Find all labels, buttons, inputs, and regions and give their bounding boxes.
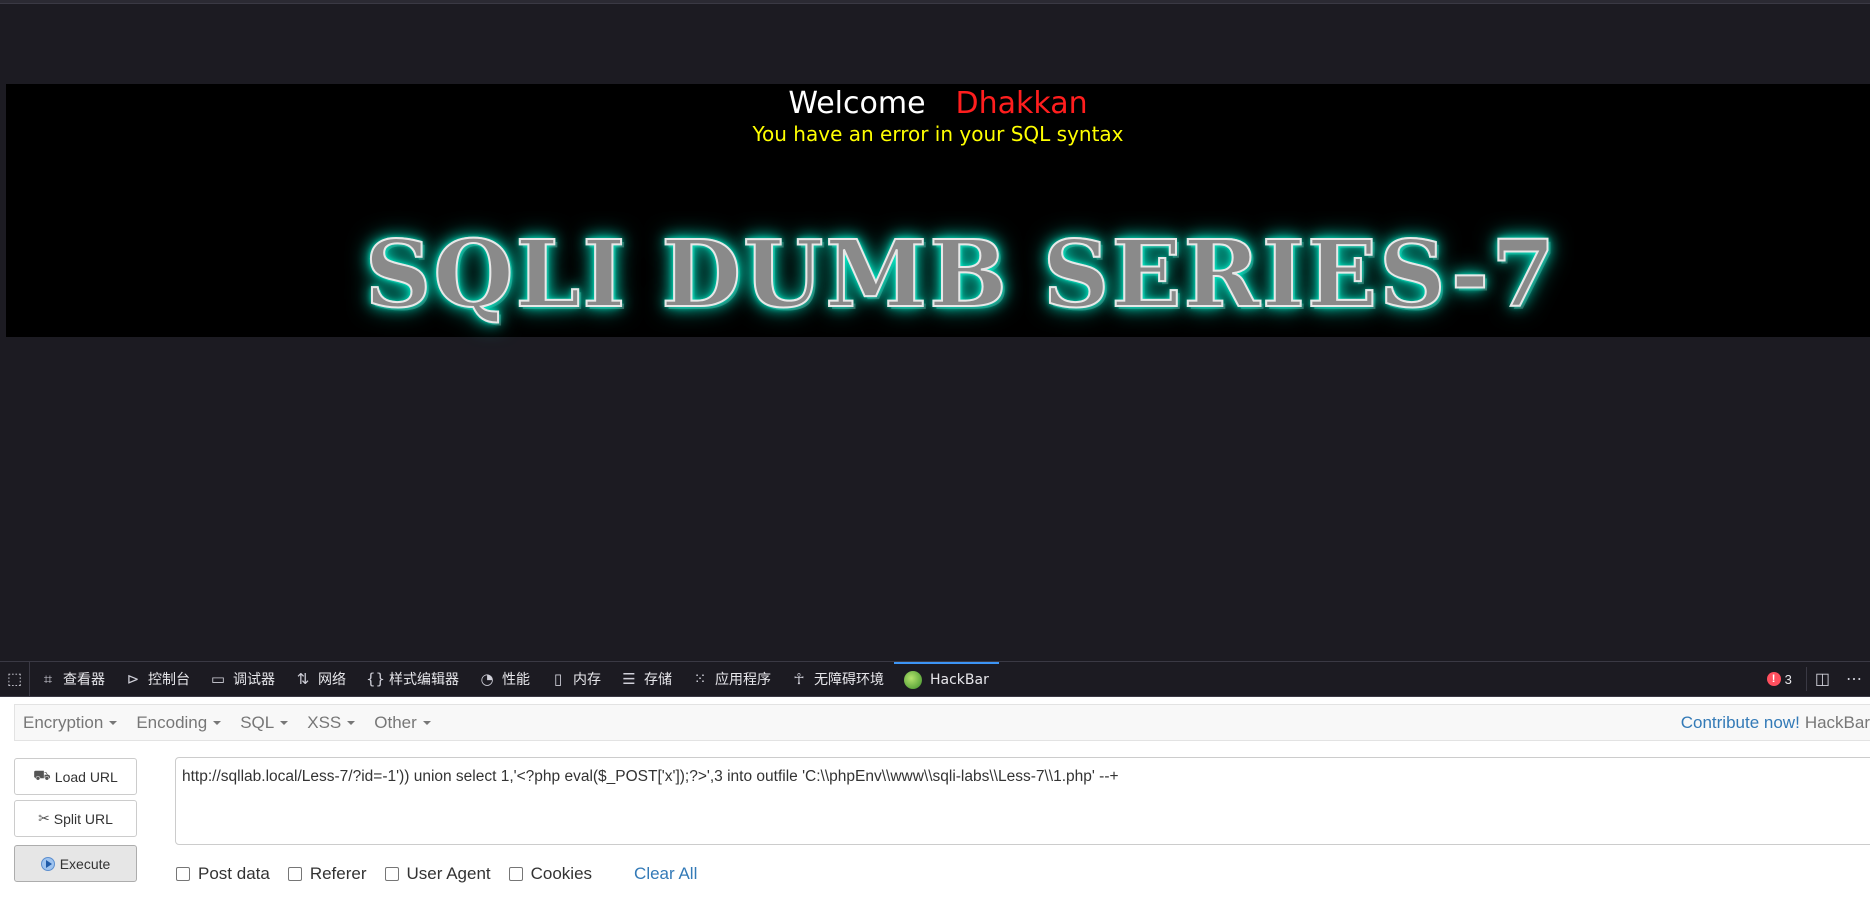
option-cookies[interactable]: Cookies: [508, 864, 593, 884]
sql-error-message: You have an error in your SQL syntax: [752, 122, 1124, 146]
option-label: Post data: [198, 864, 270, 883]
caret-down-icon: [213, 720, 222, 725]
tab-label: 应用程序: [715, 672, 771, 688]
memory-icon: ▯: [553, 670, 563, 688]
performance-icon: ◔: [480, 670, 494, 688]
url-textarea[interactable]: http://sqllab.local/Less-7/?id=-1')) uni…: [175, 757, 1870, 845]
tab-storage[interactable]: ☰ 存储: [611, 662, 682, 696]
option-label: Referer: [309, 864, 367, 883]
welcome-line: Welcome Dhakkan: [6, 84, 1870, 124]
menu-label: Encryption: [23, 712, 104, 732]
devtools-toolbar: ⬚ ⌗ 查看器 ⊳ 控制台 ▭ 调试器 ⇅ 网络 {} 样式编辑器 ◔ 性能 ▯ 内存 ☰ 存储…: [0, 661, 1870, 697]
tab-console[interactable]: ⊳ 控制台: [115, 662, 200, 696]
option-post-data[interactable]: Post data: [176, 864, 270, 884]
tab-label: 样式编辑器: [389, 672, 459, 688]
menu-encoding[interactable]: Encoding: [128, 713, 232, 733]
error-icon: !: [1766, 672, 1781, 686]
split-url-button[interactable]: ✂ Split URL: [14, 800, 137, 837]
tab-application[interactable]: ⁙ 应用程序: [682, 662, 781, 696]
contribute-area: Contribute now! HackBar: [1681, 713, 1870, 733]
series-title-logo: SQLI DUMB SERIES-7: [336, 223, 1586, 325]
accessibility-icon: ☥: [793, 670, 805, 688]
referer-checkbox[interactable]: [287, 867, 302, 881]
error-count: 3: [1784, 671, 1792, 687]
caret-down-icon: [280, 720, 289, 725]
post-data-checkbox[interactable]: [176, 867, 190, 881]
menu-xss[interactable]: XSS: [299, 713, 366, 733]
option-label: User Agent: [406, 864, 491, 883]
console-icon: ⊳: [126, 670, 140, 688]
request-options: Post data Referer User Agent Cookies Cle…: [176, 864, 697, 884]
dock-side-icon[interactable]: ◫: [1807, 669, 1838, 689]
tab-network[interactable]: ⇅ 网络: [285, 662, 356, 696]
user-name: Dhakkan: [955, 86, 1088, 121]
sqli-banner: Welcome Dhakkan You have an error in your…: [6, 84, 1870, 337]
execute-button[interactable]: Execute: [14, 845, 137, 882]
tab-memory[interactable]: ▯ 内存: [540, 662, 611, 696]
option-user-agent[interactable]: User Agent: [384, 864, 491, 884]
cookies-checkbox[interactable]: [508, 867, 523, 881]
option-referer[interactable]: Referer: [287, 864, 367, 884]
welcome-text: Welcome: [788, 86, 926, 121]
menu-encryption[interactable]: Encryption: [15, 713, 128, 733]
tab-label: 性能: [502, 672, 530, 688]
menu-label: SQL: [240, 712, 275, 732]
page-content: Welcome Dhakkan You have an error in your…: [0, 4, 1870, 664]
element-picker-icon[interactable]: ⬚: [0, 662, 30, 696]
caret-down-icon: [347, 720, 356, 725]
option-label: Cookies: [530, 864, 593, 883]
user-agent-checkbox[interactable]: [384, 867, 399, 881]
hackbar-menu: Encryption Encoding SQL XSS Other Contri…: [14, 704, 1870, 741]
tab-performance[interactable]: ◔ 性能: [469, 662, 540, 696]
tab-label: 调试器: [233, 672, 275, 688]
clear-all-link[interactable]: Clear All: [634, 864, 697, 884]
storage-icon: ☰: [622, 670, 636, 688]
tab-debugger[interactable]: ▭ 调试器: [200, 662, 285, 696]
tab-label: 无障碍环境: [814, 672, 884, 688]
play-icon: [40, 856, 55, 871]
button-label: Load URL: [54, 768, 118, 785]
inspector-icon: ⌗: [43, 670, 53, 688]
hackbar-icon: [904, 671, 922, 689]
tab-label: HackBar: [930, 672, 989, 688]
more-options-icon[interactable]: ⋯: [1838, 669, 1870, 689]
menu-label: Other: [374, 712, 417, 732]
tab-label: 查看器: [63, 672, 105, 688]
error-count-badge[interactable]: ! 3: [1753, 667, 1807, 691]
debugger-icon: ▭: [210, 670, 226, 688]
menu-other[interactable]: Other: [366, 713, 442, 733]
tab-label: 控制台: [148, 672, 190, 688]
tab-label: 网络: [318, 672, 346, 688]
style-editor-icon: {}: [366, 670, 386, 688]
tab-label: 内存: [573, 672, 601, 688]
button-label: Execute: [59, 855, 111, 872]
load-url-icon: ⛟: [33, 767, 51, 783]
application-icon: ⁙: [693, 670, 707, 688]
menu-label: XSS: [307, 712, 342, 732]
menu-label: Encoding: [136, 712, 208, 732]
tab-accessibility[interactable]: ☥ 无障碍环境: [781, 662, 894, 696]
tab-inspector[interactable]: ⌗ 查看器: [30, 662, 115, 696]
hackbar-panel: Encryption Encoding SQL XSS Other Contri…: [0, 697, 1870, 899]
tab-style-editor[interactable]: {} 样式编辑器: [356, 662, 469, 696]
scissors-icon: ✂: [38, 810, 50, 826]
tab-label: 存储: [644, 672, 672, 688]
contribute-link[interactable]: Contribute now!: [1681, 713, 1800, 732]
load-url-button[interactable]: ⛟ Load URL: [14, 758, 137, 795]
tab-hackbar[interactable]: HackBar: [894, 662, 999, 696]
caret-down-icon: [422, 720, 431, 725]
caret-down-icon: [109, 720, 118, 725]
hackbar-brand: HackBar: [1804, 712, 1870, 732]
devtools-right-controls: ! 3 ◫ ⋯: [1753, 662, 1870, 696]
network-icon: ⇅: [296, 670, 310, 688]
menu-sql[interactable]: SQL: [232, 713, 299, 733]
button-label: Split URL: [53, 810, 113, 827]
